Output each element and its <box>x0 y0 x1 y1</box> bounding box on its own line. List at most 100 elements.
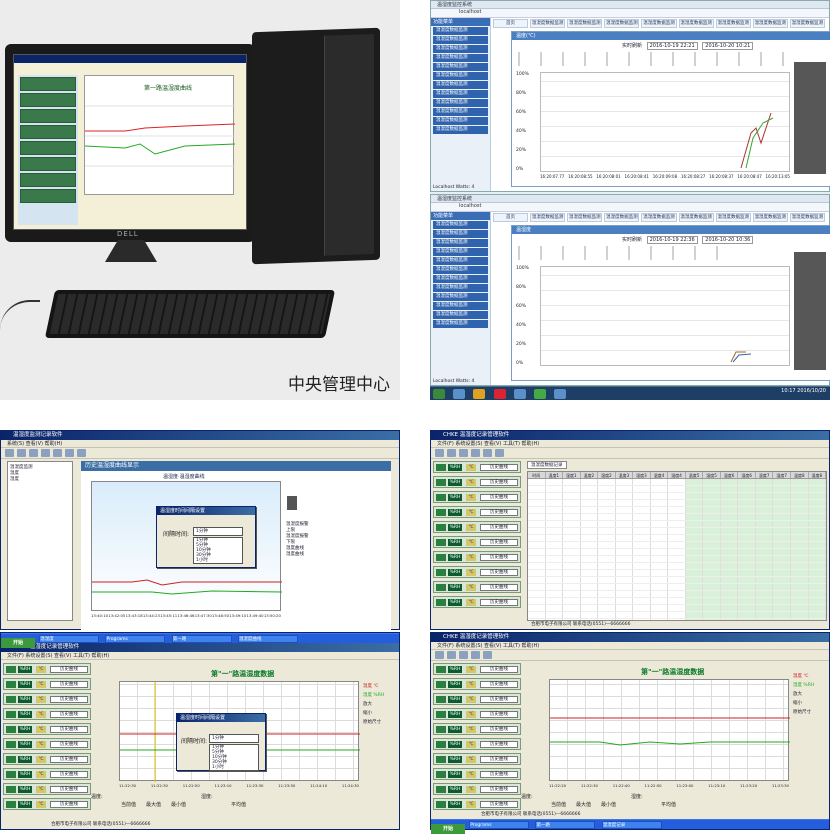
column-header[interactable]: 温度7 <box>756 472 774 478</box>
curve-option[interactable]: 湿度曲线 <box>286 551 312 557</box>
start-button[interactable]: 开始 <box>431 824 465 834</box>
tab[interactable]: 温湿度数据监测 <box>567 19 603 28</box>
column-header[interactable]: 湿度5 <box>703 472 721 478</box>
app-icon[interactable] <box>513 389 526 399</box>
tool-icon[interactable] <box>447 651 456 659</box>
column-header[interactable]: 温度6 <box>721 472 739 478</box>
table-row[interactable] <box>528 493 826 500</box>
folder-icon[interactable] <box>473 389 486 399</box>
app-icon[interactable] <box>554 389 567 399</box>
history-curve-button[interactable]: 历史曲线 <box>480 756 518 763</box>
table-row[interactable] <box>528 507 826 514</box>
table-row[interactable] <box>528 514 826 521</box>
history-curve-button[interactable]: 历史曲线 <box>50 801 88 808</box>
tool-icon[interactable] <box>483 449 492 457</box>
column-header[interactable]: 温度1 <box>546 472 564 478</box>
tool-icon[interactable] <box>447 449 456 457</box>
sidebar-item[interactable]: 温湿度数据监测 <box>433 320 488 328</box>
history-curve-button[interactable]: 历史曲线 <box>50 771 88 778</box>
tab[interactable]: 温湿度数据监测 <box>641 19 677 28</box>
sidebar-item[interactable]: 温湿度数据监测 <box>433 45 488 53</box>
column-header[interactable]: 湿度3 <box>633 472 651 478</box>
menu-bar[interactable]: 文件(F) 系统设置(S) 查看(V) 工具(T) 帮助(H) <box>431 440 829 448</box>
table-row[interactable] <box>528 577 826 584</box>
legend-item[interactable]: 缩小 <box>793 700 829 706</box>
sidebar-item[interactable]: 温湿度数据监测 <box>433 54 488 62</box>
sidebar-item[interactable]: 温湿度数据监测 <box>433 221 488 229</box>
column-header[interactable]: 温度5 <box>686 472 704 478</box>
history-curve-button[interactable]: 历史曲线 <box>480 584 518 591</box>
history-curve-button[interactable]: 历史曲线 <box>480 711 518 718</box>
table-row[interactable] <box>528 549 826 556</box>
sidebar-item[interactable]: 温湿度数据监测 <box>433 293 488 301</box>
tab[interactable]: 温湿度数据监测 <box>752 19 788 28</box>
history-curve-button[interactable]: 历史曲线 <box>480 539 518 546</box>
column-header[interactable]: 湿度7 <box>773 472 791 478</box>
sidebar-item[interactable]: 温湿度数据监测 <box>433 27 488 35</box>
interval-option[interactable]: 1小时 <box>196 558 242 563</box>
task-button[interactable]: 第一路 <box>171 635 232 643</box>
interval-select[interactable]: 1分钟 <box>193 527 243 536</box>
tab[interactable]: 温湿度数据监测 <box>752 213 788 222</box>
tab[interactable]: 温湿度数据监测 <box>789 213 825 222</box>
sidebar-item[interactable]: 温湿度数据监测 <box>433 117 488 125</box>
tool-icon[interactable] <box>53 449 62 457</box>
date-from[interactable]: 2016-10-19 22:21 <box>646 42 698 50</box>
sidebar-item[interactable]: 温湿度数据监测 <box>433 81 488 89</box>
tool-icon[interactable] <box>29 449 38 457</box>
sidebar-item[interactable]: 温湿度数据监测 <box>433 99 488 107</box>
history-curve-button[interactable]: 历史曲线 <box>480 479 518 486</box>
column-header[interactable]: 温度3 <box>616 472 634 478</box>
tool-icon[interactable] <box>65 449 74 457</box>
printer-icon[interactable] <box>287 496 297 510</box>
ie-icon[interactable] <box>453 389 466 399</box>
tab[interactable]: 温湿度数据监测 <box>604 213 640 222</box>
date-to[interactable]: 2016-10-20 10:21 <box>702 42 754 50</box>
legend-item[interactable]: 放大 <box>793 691 829 697</box>
column-header[interactable]: 时间 <box>528 472 546 478</box>
legend-item[interactable]: 原始尺寸 <box>793 709 829 715</box>
column-header[interactable]: 湿度6 <box>738 472 756 478</box>
tool-icon[interactable] <box>435 449 444 457</box>
sidebar-item[interactable]: 温湿度数据监测 <box>433 63 488 71</box>
tab[interactable]: 温湿度数据监测 <box>530 213 566 222</box>
history-curve-button[interactable]: 历史曲线 <box>50 726 88 733</box>
column-header[interactable]: 温度4 <box>651 472 669 478</box>
tool-icon[interactable] <box>435 651 444 659</box>
history-curve-button[interactable]: 历史曲线 <box>480 681 518 688</box>
sidebar-item[interactable]: 温湿度数据监测 <box>433 126 488 134</box>
tab[interactable]: 温湿度数据监测 <box>530 19 566 28</box>
table-row[interactable] <box>528 486 826 493</box>
history-curve-button[interactable]: 历史曲线 <box>480 599 518 606</box>
column-header[interactable]: 湿度4 <box>668 472 686 478</box>
address-bar[interactable]: localhost <box>431 9 829 18</box>
table-row[interactable] <box>528 584 826 591</box>
history-curve-button[interactable]: 历史曲线 <box>480 569 518 576</box>
history-curve-button[interactable]: 历史曲线 <box>480 696 518 703</box>
sidebar-item[interactable]: 温湿度数据监测 <box>433 36 488 44</box>
column-header[interactable]: 湿度8 <box>809 472 826 478</box>
curve-option[interactable]: 温湿度报警上限 <box>286 521 312 533</box>
tool-icon[interactable] <box>495 449 504 457</box>
date-from[interactable]: 2016-10-19 22:36 <box>646 236 698 244</box>
sidebar-item[interactable]: 温湿度数据监测 <box>433 90 488 98</box>
tab[interactable]: 温湿度数据监测 <box>604 19 640 28</box>
tab[interactable]: 首页 <box>493 19 529 28</box>
menu-bar[interactable]: 系统(S) 查看(V) 帮助(H) <box>1 440 399 448</box>
curve-options[interactable]: 温湿度报警上限 温湿度报警下限 温度曲线 湿度曲线 <box>286 521 312 557</box>
table-row[interactable] <box>528 528 826 535</box>
sidebar-item[interactable]: 温湿度数据监测 <box>433 266 488 274</box>
realtime-refresh-label[interactable]: 实时刷新 <box>622 237 642 243</box>
date-to[interactable]: 2016-10-20 10:36 <box>702 236 754 244</box>
media-icon[interactable] <box>493 389 506 399</box>
task-button[interactable]: Programs <box>105 635 166 643</box>
interval-options[interactable]: 1分钟 5分钟 10分钟 30分钟 1小时 <box>209 744 259 771</box>
table-row[interactable] <box>528 521 826 528</box>
tool-icon[interactable] <box>77 449 86 457</box>
interval-options[interactable]: 1分钟 5分钟 10分钟 30分钟 1小时 <box>193 537 243 564</box>
column-header[interactable]: 温度8 <box>791 472 809 478</box>
sidebar-item[interactable]: 温湿度数据监测 <box>433 257 488 265</box>
legend-item[interactable]: 原始尺寸 <box>363 719 399 725</box>
sidebar-item[interactable]: 温湿度数据监测 <box>433 275 488 283</box>
chrome-icon[interactable] <box>534 389 547 399</box>
